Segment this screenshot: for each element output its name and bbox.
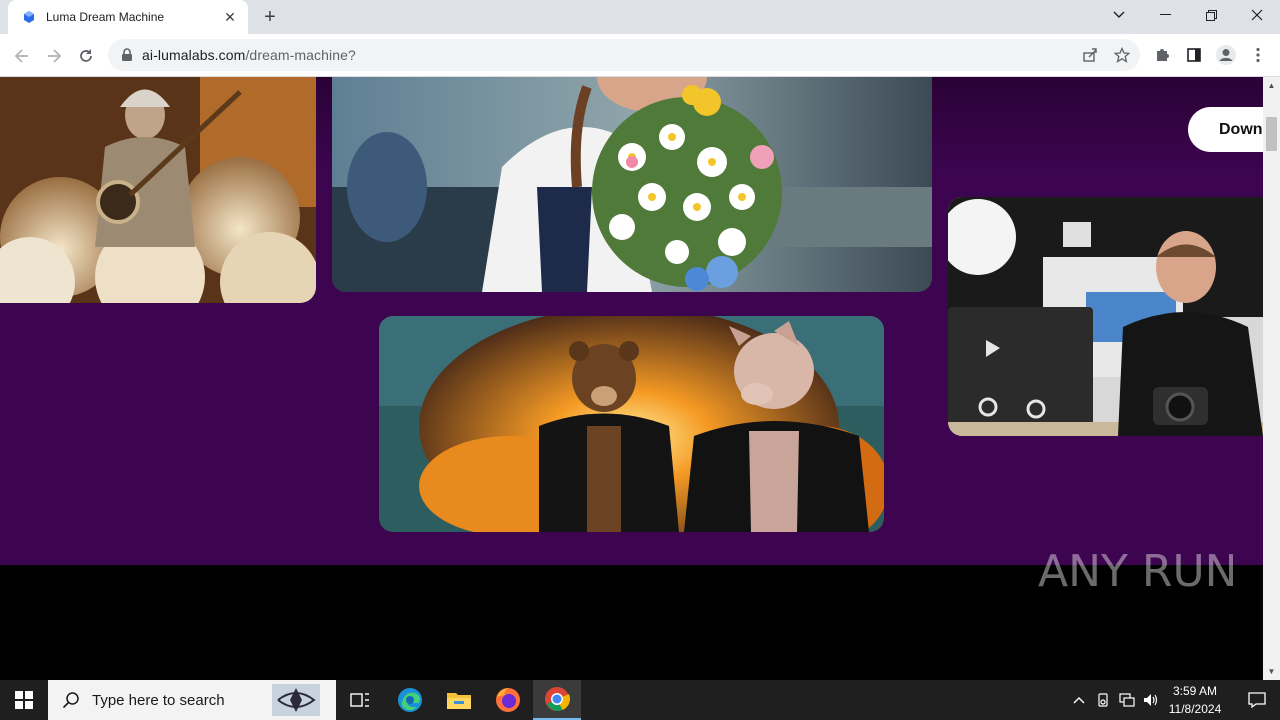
windows-logo-icon: [15, 691, 33, 709]
close-window-button[interactable]: [1234, 0, 1280, 30]
video-card-banjo-player[interactable]: [0, 77, 316, 303]
tray-device-icon[interactable]: [1092, 680, 1114, 720]
download-button[interactable]: Down: [1188, 107, 1263, 152]
forward-button[interactable]: [40, 42, 68, 70]
volume-icon[interactable]: [1140, 680, 1162, 720]
search-placeholder: Type here to search: [92, 691, 225, 709]
luma-favicon-icon: [24, 11, 34, 23]
taskbar-search-box[interactable]: Type here to search: [48, 680, 336, 720]
photographer-thumbnail: [948, 197, 1263, 436]
restore-button[interactable]: [1188, 0, 1234, 30]
watermark-text: ANY RUN: [1038, 546, 1233, 597]
tab-strip: Luma Dream Machine ✕ +: [0, 0, 1280, 34]
new-tab-button[interactable]: +: [258, 6, 282, 28]
scroll-thumb[interactable]: [1266, 117, 1277, 151]
tab-close-icon[interactable]: ✕: [222, 9, 238, 25]
windows-taskbar: Type here to search 3:59 AM 11/8/2024: [0, 680, 1280, 720]
start-button[interactable]: [0, 680, 48, 720]
profile-avatar-icon[interactable]: [1213, 42, 1239, 68]
menu-kebab-icon[interactable]: [1245, 42, 1271, 68]
edge-browser-icon[interactable]: [386, 680, 434, 720]
anyrun-logo-icon: ANY RUN: [1038, 546, 1233, 597]
scroll-down-arrow-icon[interactable]: ▼: [1263, 663, 1280, 680]
task-view-icon[interactable]: [336, 680, 384, 720]
download-button-label: Down: [1219, 120, 1263, 138]
show-hidden-icons-chevron-icon[interactable]: [1068, 680, 1090, 720]
url-text: ai-lumalabs.com/dream-machine?: [142, 47, 356, 63]
taskbar-clock[interactable]: 3:59 AM 11/8/2024: [1160, 682, 1230, 718]
back-arrow-icon: [14, 49, 28, 63]
reload-icon: [80, 49, 92, 62]
clock-time: 3:59 AM: [1172, 684, 1218, 698]
minimize-button[interactable]: [1142, 0, 1188, 30]
bear-and-pig-thumbnail: [379, 316, 884, 532]
video-card-photographer[interactable]: [948, 197, 1263, 436]
page-content: Down ANY RUN: [0, 77, 1263, 680]
url-path: /dream-machine?: [245, 47, 356, 63]
tab-search-chevron-icon[interactable]: [1096, 0, 1142, 30]
firefox-icon[interactable]: [484, 680, 532, 720]
anyrun-watermark: ANY RUN: [1038, 538, 1233, 598]
video-card-flower-bouquet[interactable]: [332, 77, 932, 292]
page-scrollbar[interactable]: ▲ ▼: [1263, 77, 1280, 680]
search-icon: [62, 692, 79, 709]
tab-title: Luma Dream Machine: [46, 10, 165, 24]
bookmark-star-icon[interactable]: [1109, 42, 1135, 68]
network-icon[interactable]: [1116, 680, 1138, 720]
forward-arrow-icon: [48, 49, 62, 63]
flower-bouquet-thumbnail: [332, 77, 932, 292]
file-explorer-icon[interactable]: [435, 680, 483, 720]
clock-date: 11/8/2024: [1168, 702, 1222, 716]
browser-toolbar: ai-lumalabs.com/dream-machine?: [0, 34, 1280, 77]
reload-button[interactable]: [72, 42, 100, 70]
back-button[interactable]: [8, 42, 36, 70]
chrome-icon[interactable]: [533, 680, 581, 720]
side-panel-icon[interactable]: [1181, 42, 1207, 68]
url-domain: ai-lumalabs.com: [142, 47, 246, 63]
banjo-player-thumbnail: [0, 77, 316, 303]
lock-icon: [122, 48, 132, 61]
share-icon[interactable]: [1077, 42, 1103, 68]
address-bar[interactable]: ai-lumalabs.com/dream-machine?: [108, 39, 1140, 71]
tab-luma-dream-machine[interactable]: Luma Dream Machine ✕: [8, 0, 248, 34]
video-card-bear-and-pig[interactable]: [379, 316, 884, 532]
extensions-puzzle-icon[interactable]: [1149, 42, 1175, 68]
scroll-up-arrow-icon[interactable]: ▲: [1263, 77, 1280, 94]
notifications-icon[interactable]: [1234, 680, 1280, 720]
search-highlight-image-icon: [272, 684, 320, 716]
